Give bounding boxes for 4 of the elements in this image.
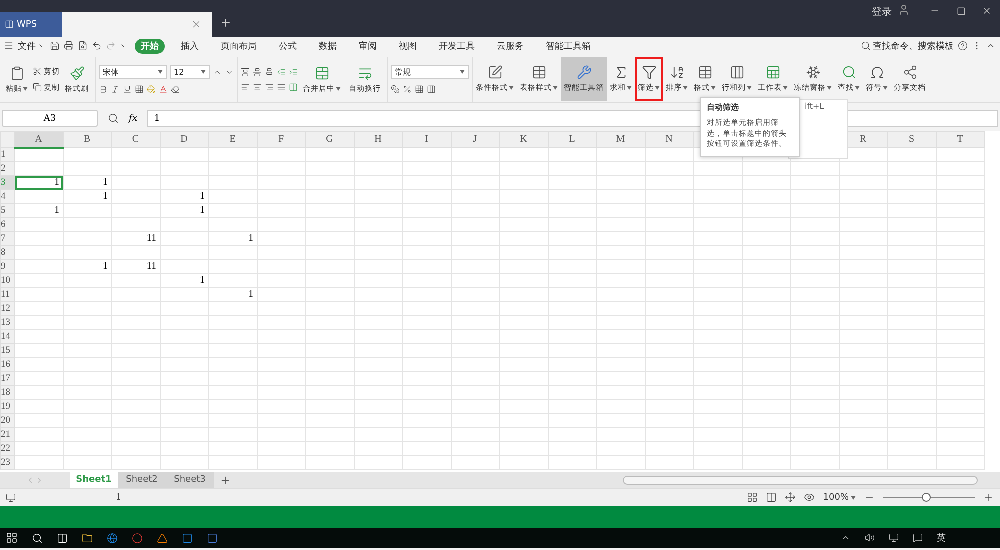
tooltip-title: 自动筛选 [707, 102, 740, 113]
status-value: 1 [116, 492, 122, 502]
fx-label: fx [129, 114, 138, 124]
shortcut-text: ift+L [805, 102, 824, 111]
